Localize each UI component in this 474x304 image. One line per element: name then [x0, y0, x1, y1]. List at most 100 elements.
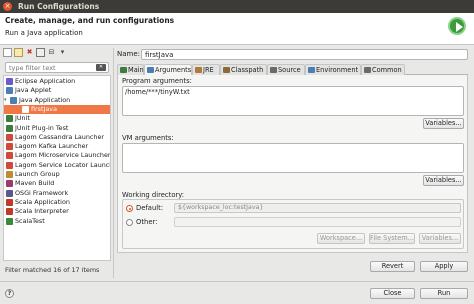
- tree-item[interactable]: ▾ Java Application: [4, 96, 110, 105]
- working-directory-label: Working directory:: [122, 191, 185, 199]
- tree-item[interactable]: Eclipse Application: [4, 77, 110, 86]
- tree-item-label: Lagom Microservice Launcher: [15, 151, 111, 160]
- program-variables-button[interactable]: Variables...: [423, 118, 464, 129]
- filter-icon[interactable]: ⊟: [47, 48, 56, 57]
- tab-classpath[interactable]: Classpath: [220, 64, 267, 75]
- tab-arguments-label: Arguments: [155, 66, 192, 74]
- tree-item-label: JUnit: [15, 114, 30, 123]
- clear-filter-icon[interactable]: ✕: [96, 64, 106, 71]
- configuration-type-icon: [6, 208, 13, 216]
- configuration-type-icon: [6, 115, 13, 123]
- tree-item[interactable]: Lagom Cassandra Launcher: [4, 133, 110, 142]
- tab-environment[interactable]: Environment: [305, 64, 361, 75]
- tree-item[interactable]: Scala Application: [4, 198, 110, 207]
- tree-item[interactable]: Maven Build: [4, 179, 110, 188]
- configuration-type-icon: [6, 171, 13, 178]
- tree-item[interactable]: Lagom Service Locator Launcher: [4, 161, 110, 170]
- dialog-header: Create, manage, and run configurations R…: [0, 13, 474, 45]
- configuration-type-icon: [6, 198, 13, 206]
- configuration-type-icon: [22, 105, 29, 113]
- vm-variables-button[interactable]: Variables...: [423, 175, 464, 186]
- collapse-all-icon[interactable]: [36, 48, 45, 57]
- duplicate-icon[interactable]: [14, 48, 23, 57]
- tree-item-label: Eclipse Application: [15, 77, 76, 85]
- tree-item[interactable]: OSGi Framework: [4, 189, 110, 198]
- working-dir-variables-button[interactable]: Variables...: [419, 233, 461, 244]
- revert-button[interactable]: Revert: [370, 261, 415, 272]
- tree-item-label: OSGi Framework: [15, 188, 69, 197]
- pane-divider[interactable]: [113, 48, 114, 278]
- expand-arrow-icon[interactable]: ▾: [4, 96, 7, 105]
- tree-item-label: Java Applet: [15, 86, 52, 95]
- arguments-panel: Program arguments: /home/***/tinyW.txt V…: [117, 75, 468, 253]
- filter-input[interactable]: [9, 64, 93, 72]
- file-system-button[interactable]: File System...: [369, 233, 415, 244]
- common-tab-icon: [364, 67, 371, 73]
- classpath-tab-icon: [223, 67, 230, 73]
- tree-item[interactable]: JUnit: [4, 114, 110, 123]
- help-icon[interactable]: ?: [5, 289, 14, 298]
- tab-jre[interactable]: JRE: [192, 64, 220, 75]
- window-title: Run Configurations: [18, 2, 100, 11]
- tree-item-label: Lagom Kafka Launcher: [15, 142, 89, 151]
- name-input[interactable]: [145, 51, 465, 59]
- tree-item[interactable]: Lagom Kafka Launcher: [4, 142, 110, 151]
- tree-item[interactable]: Java Applet: [4, 86, 110, 95]
- tree-item[interactable]: Scala Interpreter: [4, 207, 110, 216]
- other-label: Other:: [136, 218, 158, 226]
- tab-main[interactable]: Main: [117, 64, 144, 75]
- configuration-type-icon: [6, 87, 13, 95]
- vm-arguments-input[interactable]: [122, 143, 464, 173]
- configuration-type-icon: [6, 143, 13, 151]
- tab-bar: Main Arguments JRE Classpath Source Envi…: [117, 64, 468, 76]
- configuration-type-icon: [6, 124, 13, 132]
- tree-item-label: Lagom Cassandra Launcher: [15, 132, 105, 141]
- workspace-button[interactable]: Workspace...: [317, 233, 365, 244]
- tree-item[interactable]: JUnit Plug-in Test: [4, 124, 110, 133]
- tree-item-label: ScalaTest: [15, 216, 45, 225]
- run-button[interactable]: Run: [420, 288, 468, 299]
- tree-item-label: Launch Group: [15, 170, 60, 178]
- apply-button[interactable]: Apply: [420, 261, 468, 272]
- configuration-type-icon: [6, 180, 13, 188]
- tree-item[interactable]: ScalaTest: [4, 217, 110, 226]
- tree-item-label: Scala Interpreter: [15, 207, 69, 216]
- program-arguments-input[interactable]: /home/***/tinyW.txt: [122, 86, 464, 116]
- filter-field[interactable]: ✕: [5, 62, 109, 73]
- tab-classpath-label: Classpath: [231, 66, 264, 74]
- tab-common[interactable]: Common: [361, 64, 405, 75]
- other-directory-input[interactable]: [174, 217, 461, 227]
- configuration-type-icon: [10, 96, 17, 104]
- configuration-type-icon: [6, 161, 13, 169]
- tree-item-label: Maven Build: [15, 179, 55, 188]
- dropdown-icon[interactable]: ▾: [58, 48, 67, 57]
- name-field[interactable]: [141, 49, 468, 60]
- configuration-type-icon: [6, 152, 13, 160]
- name-label: Name:: [117, 50, 141, 58]
- configuration-type-icon: [6, 189, 13, 197]
- main-tab-icon: [120, 67, 127, 73]
- tab-source[interactable]: Source: [267, 64, 305, 75]
- other-radio[interactable]: [126, 219, 133, 226]
- filter-status: Filter matched 16 of 17 items: [5, 266, 100, 274]
- tab-common-label: Common: [372, 66, 402, 74]
- tab-source-label: Source: [278, 66, 301, 74]
- working-directory-group: Default: ${workspace_loc:testJava} Other…: [122, 199, 464, 249]
- jre-tab-icon: [195, 67, 202, 73]
- tab-main-label: Main: [128, 66, 144, 74]
- run-banner-icon: [448, 17, 466, 35]
- delete-icon[interactable]: ✖: [25, 48, 34, 57]
- source-tab-icon: [270, 67, 277, 73]
- environment-tab-icon: [308, 67, 315, 73]
- tab-environment-label: Environment: [316, 66, 359, 74]
- tree-item[interactable]: Launch Group: [4, 170, 110, 179]
- close-button[interactable]: Close: [370, 288, 415, 299]
- program-arguments-label: Program arguments:: [122, 77, 192, 85]
- default-radio[interactable]: [126, 205, 133, 212]
- tree-item-label: Lagom Service Locator Launcher: [15, 160, 111, 169]
- close-window-icon[interactable]: ×: [3, 2, 12, 11]
- new-configuration-icon[interactable]: [3, 48, 12, 57]
- vm-arguments-label: VM arguments:: [122, 134, 174, 142]
- tree-item[interactable]: Lagom Microservice Launcher: [4, 151, 110, 160]
- tree-item[interactable]: firstJava: [4, 104, 110, 114]
